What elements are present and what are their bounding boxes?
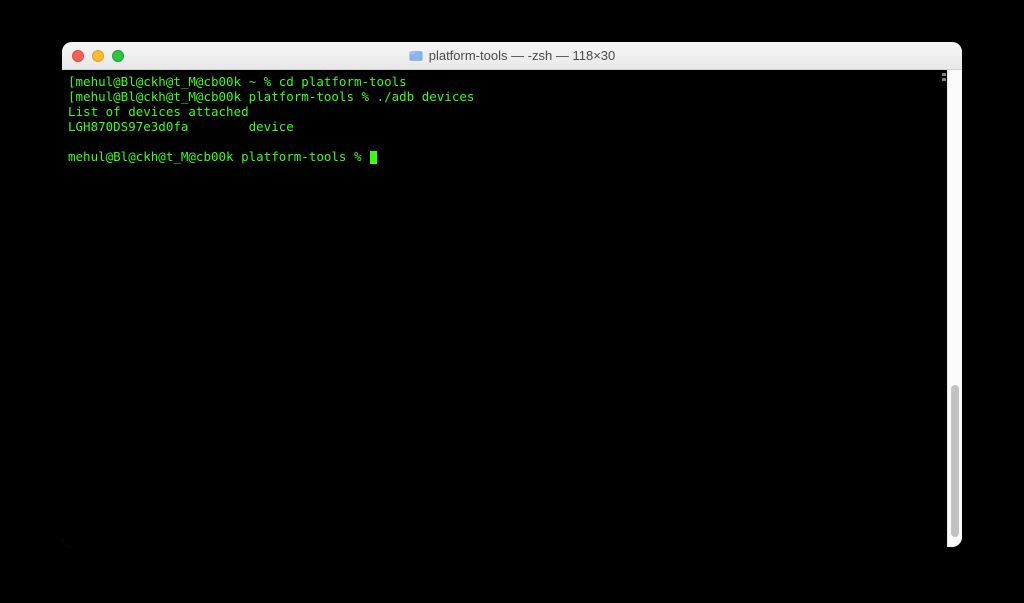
scrollbar-thumb[interactable] — [951, 385, 959, 538]
scroll-indicator-icon — [941, 72, 947, 82]
traffic-lights — [72, 50, 124, 62]
maximize-button[interactable] — [112, 50, 124, 62]
command-text: ./adb devices — [377, 89, 475, 104]
folder-icon — [409, 49, 423, 63]
terminal-window: platform-tools — -zsh — 118×30 [mehul@Bl… — [62, 42, 962, 547]
cursor — [370, 151, 377, 164]
prompt: [mehul@Bl@ckh@t_M@cb00k platform-tools % — [68, 89, 377, 104]
terminal-line: mehul@Bl@ckh@t_M@cb00k platform-tools % — [68, 149, 941, 164]
scrollbar[interactable] — [947, 70, 962, 547]
terminal-area: [mehul@Bl@ckh@t_M@cb00k ~ % cd platform-… — [62, 70, 962, 547]
terminal-line: [mehul@Bl@ckh@t_M@cb00k platform-tools %… — [68, 89, 941, 104]
prompt: mehul@Bl@ckh@t_M@cb00k platform-tools % — [68, 149, 369, 164]
titlebar[interactable]: platform-tools — -zsh — 118×30 — [62, 42, 962, 70]
terminal-line: LGH870DS97e3d0fa device — [68, 119, 941, 134]
prompt: [mehul@Bl@ckh@t_M@cb00k ~ % — [68, 74, 279, 89]
terminal-output[interactable]: [mehul@Bl@ckh@t_M@cb00k ~ % cd platform-… — [62, 70, 947, 547]
window-title-text: platform-tools — -zsh — 118×30 — [429, 48, 616, 63]
terminal-line: List of devices attached — [68, 104, 941, 119]
close-button[interactable] — [72, 50, 84, 62]
minimize-button[interactable] — [92, 50, 104, 62]
terminal-line — [68, 134, 941, 149]
command-text: cd platform-tools — [279, 74, 407, 89]
window-title: platform-tools — -zsh — 118×30 — [62, 48, 962, 63]
terminal-line: [mehul@Bl@ckh@t_M@cb00k ~ % cd platform-… — [68, 74, 941, 89]
